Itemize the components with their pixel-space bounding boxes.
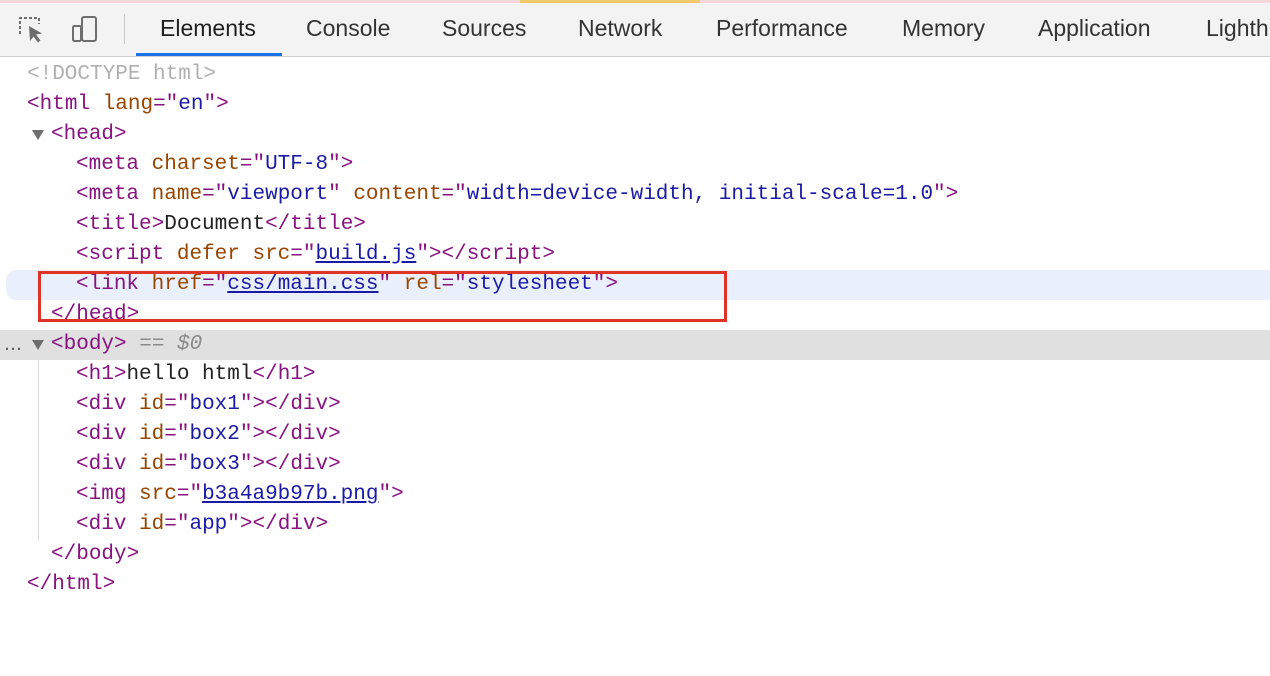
collapse-triangle-icon[interactable] — [32, 130, 44, 140]
tab-elements[interactable]: Elements — [160, 0, 256, 56]
img-tag: <img src="b3a4a9b97b.png"> — [76, 483, 404, 506]
tree-row-doctype[interactable]: <!DOCTYPE html> — [0, 60, 1270, 90]
tab-network[interactable]: Network — [578, 0, 662, 56]
body-open-tag: <body> == $0 — [51, 333, 203, 356]
tree-row-div-box1[interactable]: <div id="box1"></div> — [0, 390, 1270, 420]
tree-row-meta-charset[interactable]: <meta charset="UTF-8"> — [0, 150, 1270, 180]
tab-application[interactable]: Application — [1038, 0, 1151, 56]
tab-memory[interactable]: Memory — [902, 0, 985, 56]
tree-row-html[interactable]: <html lang="en"> — [0, 90, 1270, 120]
div-app-tag: <div id="app"></div> — [76, 513, 329, 536]
more-options-icon[interactable]: … — [4, 330, 23, 360]
script-tag: <script defer src="build.js"></script> — [76, 243, 555, 266]
indent-guide — [38, 360, 39, 540]
tree-row-img[interactable]: <img src="b3a4a9b97b.png"> — [0, 480, 1270, 510]
html-close-tag: </html> — [27, 573, 116, 596]
tree-row-div-app[interactable]: <div id="app"></div> — [0, 510, 1270, 540]
tree-row-head[interactable]: <head> — [0, 120, 1270, 150]
tree-row-body[interactable]: … <body> == $0 — [0, 330, 1270, 360]
div-box2-tag: <div id="box2"></div> — [76, 423, 341, 446]
devtools-toolbar: Elements Console Sources Network Perform… — [0, 0, 1270, 57]
tree-row-meta-viewport[interactable]: <meta name="viewport" content="width=dev… — [0, 180, 1270, 210]
active-tab-indicator — [136, 53, 282, 56]
tab-lighthouse[interactable]: Lighth — [1206, 0, 1269, 56]
tree-row-div-box3[interactable]: <div id="box3"></div> — [0, 450, 1270, 480]
tree-row-title[interactable]: <title>Document</title> — [0, 210, 1270, 240]
inspect-element-icon[interactable] — [17, 14, 47, 44]
img-src-link[interactable]: b3a4a9b97b.png — [202, 483, 378, 506]
tree-row-html-close[interactable]: </html> — [0, 570, 1270, 600]
title-tag: <title>Document</title> — [76, 213, 366, 236]
tree-row-h1[interactable]: <h1>hello html</h1> — [0, 360, 1270, 390]
tree-row-div-box2[interactable]: <div id="box2"></div> — [0, 420, 1270, 450]
meta-viewport-tag: <meta name="viewport" content="width=dev… — [76, 183, 959, 206]
collapse-triangle-icon[interactable] — [32, 340, 44, 350]
h1-tag: <h1>hello html</h1> — [76, 363, 316, 386]
html-open-tag: <html lang="en"> — [27, 93, 229, 116]
annotation-highlight-box — [38, 271, 727, 322]
body-close-tag: </body> — [51, 543, 140, 566]
tree-row-script[interactable]: <script defer src="build.js"></script> — [0, 240, 1270, 270]
device-toolbar-icon[interactable] — [70, 14, 100, 44]
tab-console[interactable]: Console — [306, 0, 390, 56]
script-src-link[interactable]: build.js — [316, 243, 417, 266]
div-box1-tag: <div id="box1"></div> — [76, 393, 341, 416]
head-open-tag: <head> — [51, 123, 127, 146]
tab-performance[interactable]: Performance — [716, 0, 848, 56]
doctype-text: <!DOCTYPE html> — [27, 63, 217, 86]
div-box3-tag: <div id="box3"></div> — [76, 453, 341, 476]
toolbar-separator — [124, 14, 125, 44]
meta-charset-tag: <meta charset="UTF-8"> — [76, 153, 354, 176]
tab-sources[interactable]: Sources — [442, 0, 526, 56]
tree-row-body-close[interactable]: </body> — [0, 540, 1270, 570]
